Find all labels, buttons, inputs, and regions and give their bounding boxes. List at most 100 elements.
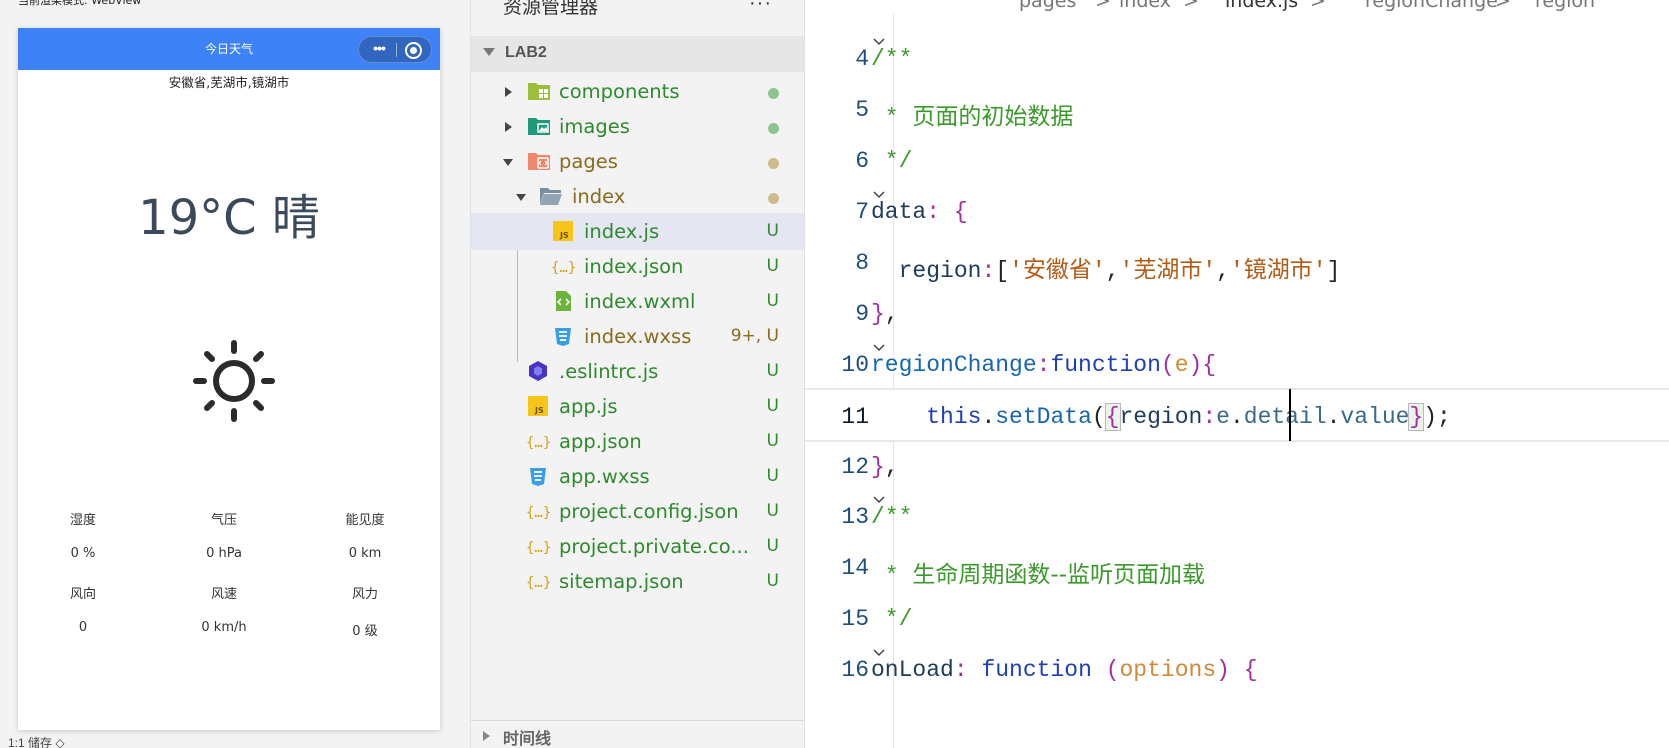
wxss-file-icon (555, 328, 571, 346)
line-number: 9 (855, 301, 869, 327)
code-line[interactable]: 5 * 页面的初始数据 (805, 83, 1669, 137)
code-line[interactable]: 10 regionChange:function(e){ (805, 338, 1669, 392)
line-number: 14 (841, 555, 869, 581)
wxss-file-icon (530, 468, 546, 486)
region-picker[interactable]: 安徽省,芜湖市,镜湖市 (18, 72, 440, 91)
folder-images-icon (528, 118, 550, 135)
breadcrumb-item[interactable]: region (1535, 0, 1595, 12)
workspace-root[interactable]: LAB2 (471, 36, 805, 72)
git-status-dot (768, 158, 779, 169)
explorer-header: 资源管理器 ··· (471, 0, 805, 22)
simulator-status-bar: 1:1 储存 ◇ (0, 736, 470, 748)
tree-item-index-json[interactable]: {…} index.json U (471, 248, 805, 285)
line-number: 5 (855, 97, 869, 123)
git-status-dot (768, 193, 779, 204)
tree-item-label: index (572, 185, 626, 208)
tree-item-index-folder[interactable]: index (471, 178, 805, 215)
breadcrumb-separator: > (1310, 0, 1326, 12)
git-status-badge: U (766, 501, 779, 521)
wind-direction-value: 0 (78, 620, 88, 635)
git-status-badge: U (766, 291, 779, 311)
tree-item-index-wxss[interactable]: index.wxss 9+, U (471, 318, 805, 355)
breadcrumb-separator: > (1095, 0, 1111, 12)
tree-item-components[interactable]: components (471, 73, 805, 110)
line-number: 12 (841, 454, 869, 480)
timeline-section[interactable]: 时间线 (471, 720, 805, 748)
git-status-badge: 9+, U (730, 326, 779, 346)
tree-item-app-json[interactable]: {…} app.json U (471, 423, 805, 460)
wind-speed-label: 风速 (210, 587, 237, 602)
tree-item-label: index.wxml (584, 290, 696, 313)
pressure-value: 0 hPa (206, 546, 242, 561)
chevron-right-icon (483, 731, 490, 741)
more-actions-icon[interactable]: ··· (749, 0, 772, 15)
render-mode-label: 当前渲染模式: WebView (18, 0, 142, 7)
line-number: 10 (841, 352, 869, 378)
tree-item-label: app.js (559, 395, 618, 418)
svg-text:JS: JS (534, 406, 544, 415)
tree-item-app-wxss[interactable]: app.wxss U (471, 458, 805, 495)
tree-item-project-config[interactable]: {…} project.config.json U (471, 493, 805, 530)
line-number: 13 (841, 504, 869, 530)
tree-item-label: index.json (584, 255, 684, 278)
workspace-root-label: LAB2 (505, 44, 547, 61)
js-file-icon: JS (528, 396, 548, 416)
tree-item-index-js[interactable]: JS index.js U (471, 213, 805, 250)
tree-item-project-private[interactable]: {…} project.private.co... U (471, 528, 805, 565)
wind-direction-label: 风向 (69, 587, 96, 602)
code-line[interactable]: 13 /** (805, 490, 1669, 544)
simulator-panel: 当前渲染模式: WebView 今日天气 ••• 安徽省,芜湖市,镜湖市 19°… (0, 0, 470, 748)
chevron-down-icon (483, 48, 495, 56)
tree-item-sitemap[interactable]: {…} sitemap.json U (471, 563, 805, 600)
breadcrumb: pages > index > index.js > regionChange … (805, 0, 1669, 12)
chevron-right-icon (505, 87, 512, 97)
tree-item-pages[interactable]: pages (471, 143, 805, 180)
tree-item-index-wxml[interactable]: index.wxml U (471, 283, 805, 320)
pressure-label: 气压 (210, 513, 237, 528)
tree-item-images[interactable]: images (471, 108, 805, 145)
svg-text:{…}: {…} (526, 435, 550, 451)
git-status-dot (768, 88, 779, 99)
git-status-badge: U (766, 536, 779, 556)
code-line[interactable]: 16 onLoad: function (options) { (805, 643, 1669, 697)
temperature-text: 19°C 晴 (138, 190, 320, 246)
code-editor[interactable]: pages > index > index.js > regionChange … (804, 0, 1669, 748)
chevron-right-icon (505, 122, 512, 132)
more-dots-icon[interactable]: ••• (365, 41, 393, 59)
line-number: 6 (855, 148, 869, 174)
capsule-close-icon[interactable] (405, 42, 422, 59)
json-file-icon: {…} (526, 435, 550, 451)
wxml-file-icon (556, 291, 571, 311)
wind-scale-label: 风力 (351, 587, 378, 602)
code-line[interactable]: 15 */ (805, 592, 1669, 646)
json-file-icon: {…} (551, 260, 575, 276)
mini-program-capsule: ••• (358, 36, 432, 63)
humidity-label: 湿度 (69, 513, 96, 528)
svg-text:{…}: {…} (526, 505, 550, 521)
tree-item-label: pages (559, 150, 618, 173)
tree-item-eslintrc[interactable]: .eslintrc.js U (471, 353, 805, 390)
code-line[interactable]: 8 region:['安徽省','芜湖市','镜湖市'] (805, 236, 1669, 290)
breadcrumb-item[interactable]: regionChange (1365, 0, 1498, 12)
breadcrumb-item[interactable]: pages (1019, 0, 1076, 12)
breadcrumb-item[interactable]: index (1119, 0, 1171, 12)
code-line[interactable]: 9 }, (805, 287, 1669, 341)
chevron-down-icon (503, 159, 513, 166)
tree-item-label: app.json (559, 430, 642, 453)
line-number: 4 (855, 46, 869, 72)
git-status-badge: U (766, 256, 779, 276)
breadcrumb-item[interactable]: index.js (1225, 0, 1298, 12)
code-line[interactable]: 12 }, (805, 440, 1669, 494)
code-line[interactable]: 14 * 生命周期函数--监听页面加载 (805, 541, 1669, 595)
tree-item-label: components (559, 80, 680, 103)
tree-item-app-js[interactable]: JS app.js U (471, 388, 805, 425)
current-code-line[interactable]: 11 this.setData({region:e.detail.value})… (805, 388, 1669, 442)
sun-icon (193, 340, 275, 422)
line-number: 7 (855, 199, 869, 225)
simulator-status-text: 1:1 储存 ◇ (8, 736, 65, 748)
code-line[interactable]: 4 /** (805, 32, 1669, 86)
text-cursor (1289, 389, 1291, 441)
code-line[interactable]: 7 data: { (805, 185, 1669, 239)
code-line[interactable]: 6 */ (805, 134, 1669, 188)
chevron-down-icon (516, 194, 526, 201)
